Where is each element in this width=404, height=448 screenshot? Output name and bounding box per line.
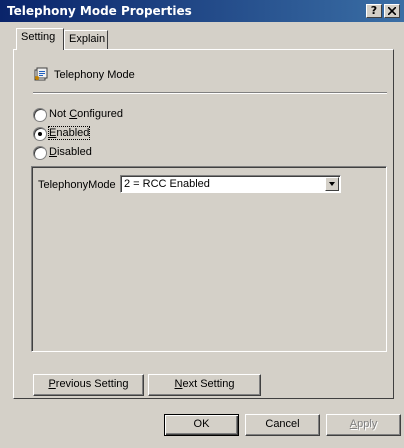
radio-label: Enabled: [47, 126, 91, 140]
options-area: TelephonyMode 2 = RCC Enabled: [31, 166, 387, 352]
close-icon: [387, 6, 397, 16]
close-button[interactable]: [384, 4, 400, 18]
policy-setting-icon: [34, 67, 48, 81]
cancel-button[interactable]: Cancel: [245, 414, 320, 436]
radio-label: Not Configured: [49, 108, 124, 120]
policy-name: Telephony Mode: [54, 69, 135, 81]
ok-button[interactable]: OK: [164, 414, 239, 436]
help-button[interactable]: ?: [366, 4, 382, 18]
radio-button[interactable]: [33, 108, 47, 122]
apply-button[interactable]: Apply: [326, 414, 401, 436]
telephony-mode-select[interactable]: 2 = RCC Enabled: [120, 175, 341, 193]
setting-panel: Telephony Mode Not Configured Enabled Di…: [13, 49, 394, 399]
dropdown-arrow-icon[interactable]: [325, 177, 339, 191]
radio-selected-dot: [38, 132, 42, 136]
radio-label: Disabled: [49, 146, 92, 158]
dialog-title: Telephony Mode Properties: [7, 4, 192, 18]
select-value: 2 = RCC Enabled: [124, 178, 210, 190]
previous-setting-button[interactable]: Previous Setting: [33, 374, 144, 396]
separator: [33, 92, 387, 94]
title-bar[interactable]: Telephony Mode Properties ?: [0, 0, 404, 22]
properties-dialog: Telephony Mode Properties ? Setting Expl…: [0, 0, 404, 448]
tab-setting[interactable]: Setting: [16, 28, 64, 50]
radio-button[interactable]: [33, 146, 47, 160]
tab-explain[interactable]: Explain: [64, 30, 108, 49]
next-setting-button[interactable]: Next Setting: [148, 374, 261, 396]
telephony-mode-label: TelephonyMode: [38, 179, 116, 191]
radio-button[interactable]: [33, 127, 47, 141]
